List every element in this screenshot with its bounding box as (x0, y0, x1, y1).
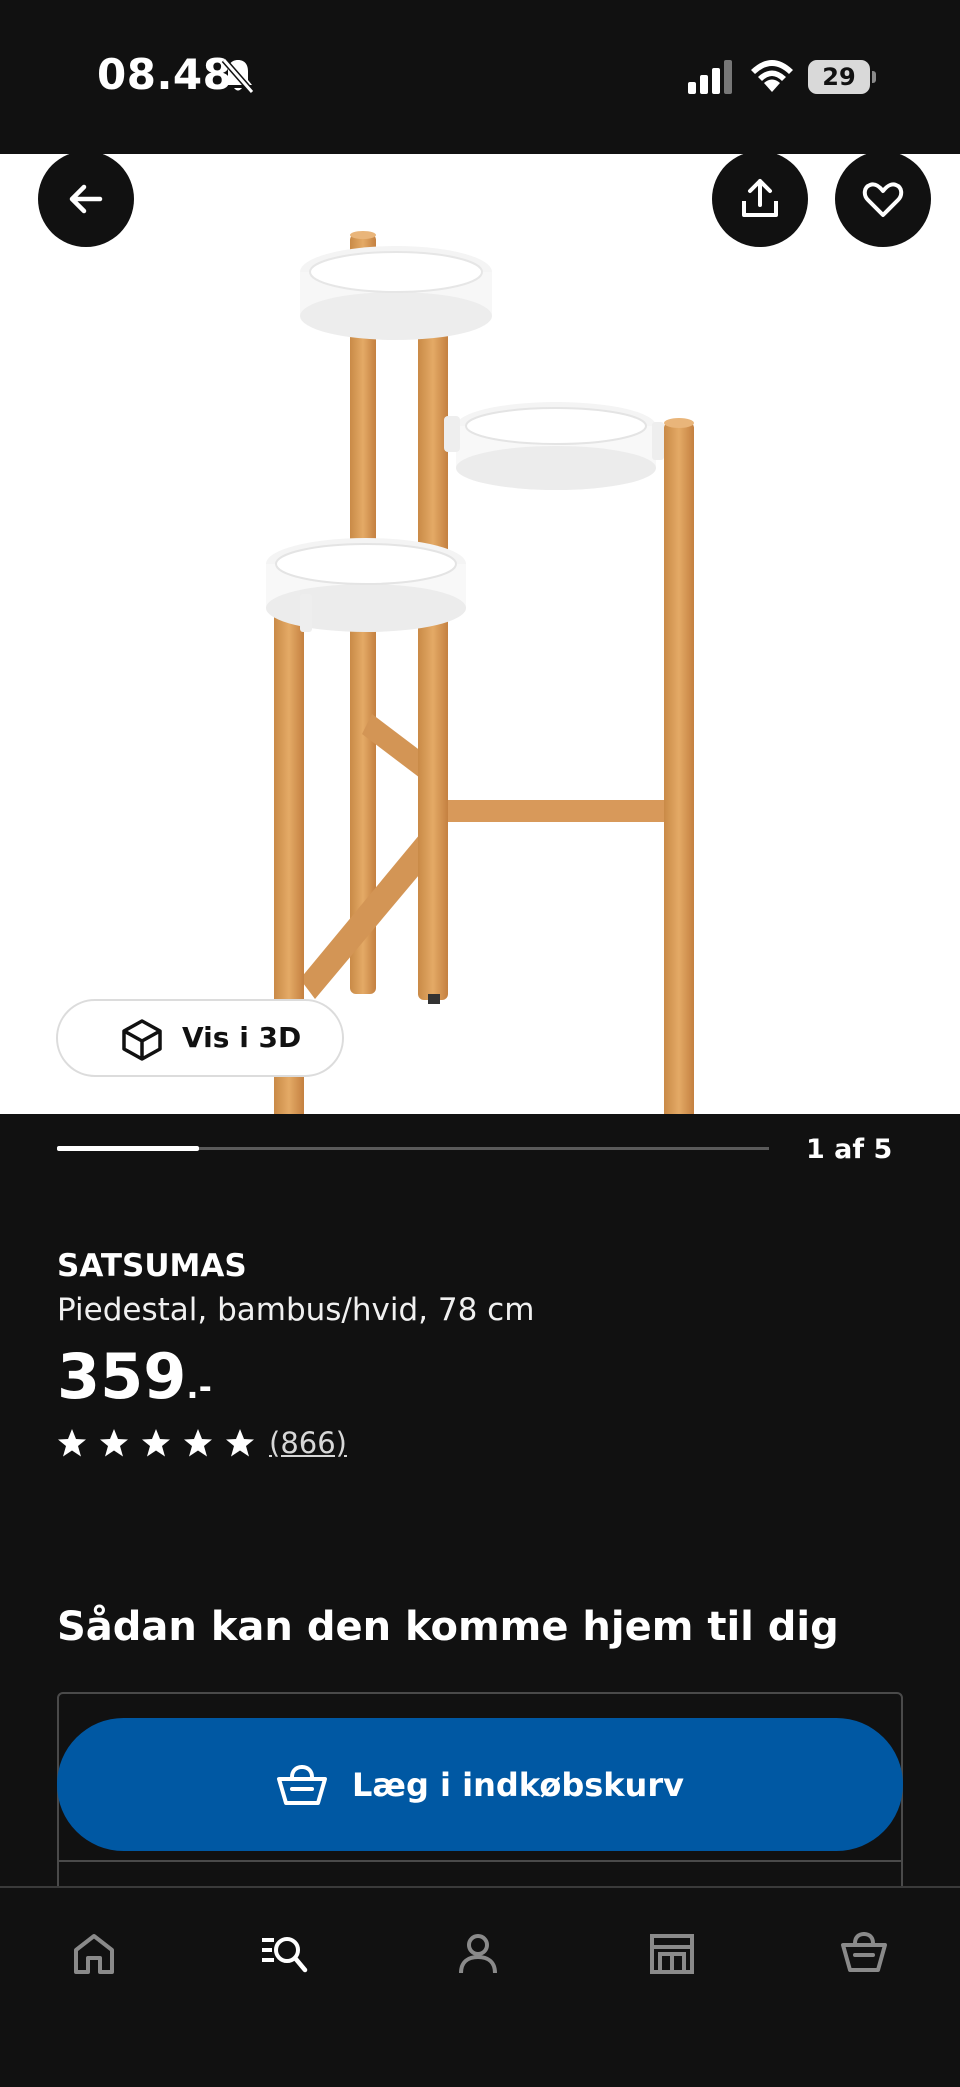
share-button[interactable] (712, 154, 808, 247)
star-icon (100, 1429, 128, 1457)
cube-icon (122, 1019, 162, 1061)
delivery-divider (57, 1860, 903, 1862)
star-icon (58, 1429, 86, 1457)
product-image (266, 231, 694, 1114)
back-button[interactable] (38, 154, 134, 247)
battery-icon: 29 (808, 60, 876, 94)
view-3d-label: Vis i 3D (182, 1021, 302, 1054)
status-bar: 08.48 29 (0, 0, 960, 154)
basket-icon (277, 1764, 328, 1805)
heart-icon (862, 182, 904, 217)
product-name: SATSUMAS (57, 1248, 247, 1284)
delivery-heading: Sådan kan den komme hjem til dig (57, 1604, 839, 1650)
nav-store[interactable] (640, 1922, 704, 1986)
rating-stars (57, 1428, 267, 1458)
cart-icon (841, 1932, 887, 1972)
search-icon (262, 1937, 308, 1973)
signal-icon (688, 60, 732, 94)
add-to-cart-button[interactable]: Læg i indkøbskurv (57, 1718, 903, 1851)
nav-home[interactable] (62, 1922, 126, 1986)
carousel-progress-fill (57, 1146, 200, 1151)
nav-profile[interactable] (446, 1922, 510, 1986)
product-description: Piedestal, bambus/hvid, 78 cm (57, 1292, 535, 1328)
star-icon (226, 1429, 254, 1457)
status-time: 08.48 (97, 50, 233, 99)
star-icon (142, 1429, 170, 1457)
store-icon (650, 1934, 694, 1974)
bottom-navigation (0, 1886, 960, 2087)
product-rating[interactable]: (866) (57, 1426, 347, 1460)
share-icon (742, 179, 778, 217)
home-icon (74, 1934, 114, 1974)
price-suffix: .- (186, 1368, 212, 1406)
carousel-progress (57, 1146, 769, 1151)
star-icon (184, 1429, 212, 1457)
nav-search[interactable] (252, 1922, 316, 1986)
nav-cart[interactable] (832, 1922, 896, 1986)
carousel-counter: 1 af 5 (806, 1134, 893, 1165)
add-to-cart-label: Læg i indkøbskurv (352, 1765, 684, 1804)
battery-level: 29 (808, 60, 870, 94)
bell-slash-icon (221, 58, 255, 94)
favorite-button[interactable] (835, 154, 931, 247)
review-count-link[interactable]: (866) (269, 1426, 347, 1460)
view-3d-button[interactable]: Vis i 3D (56, 999, 344, 1077)
arrow-left-icon (69, 184, 103, 214)
price-value: 359 (57, 1340, 187, 1413)
product-price: 359.- (57, 1340, 212, 1413)
product-image-carousel[interactable]: Vis i 3D (0, 154, 960, 1114)
profile-icon (459, 1934, 497, 1974)
wifi-icon (751, 60, 793, 92)
